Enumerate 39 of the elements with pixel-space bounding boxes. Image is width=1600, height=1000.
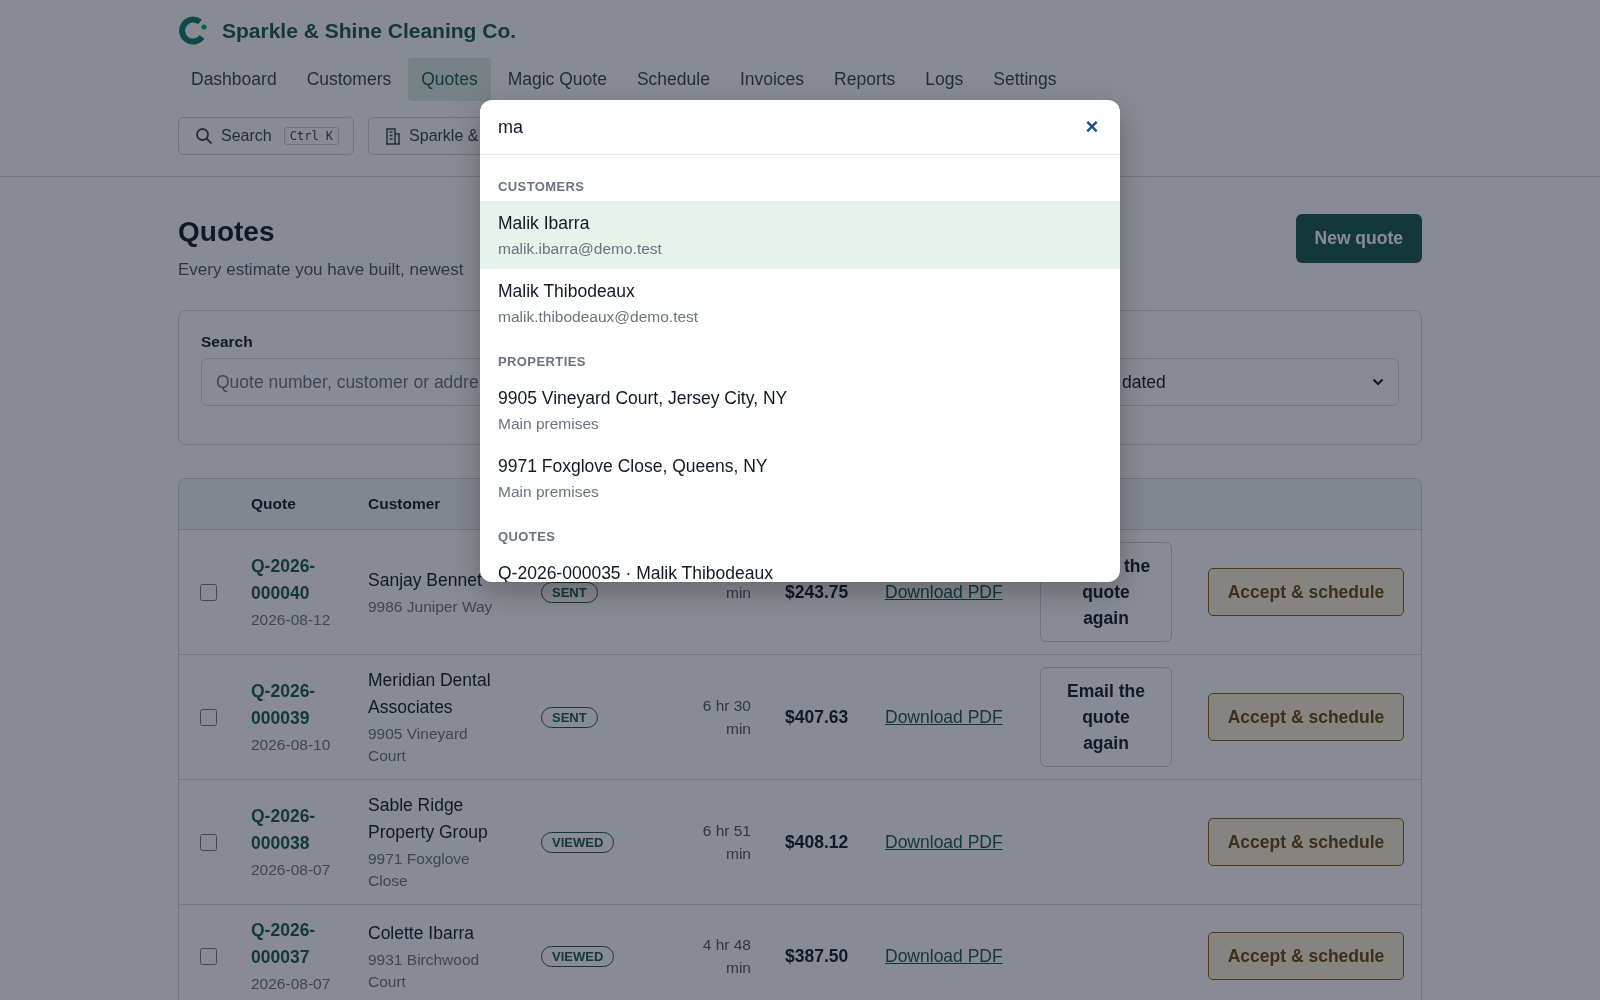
result-subtitle: malik.thibodeaux@demo.test: [498, 307, 700, 327]
section-heading: QUOTES: [497, 528, 557, 546]
quote-amount: $407.63: [784, 706, 849, 728]
duration-text: 4 hr 48 min: [701, 935, 751, 978]
customer-address: 9905 Vineyard Court: [368, 724, 469, 766]
column-header: Customer: [368, 495, 441, 513]
column-header: Quote: [251, 495, 296, 513]
customer-address: 9931 Birchwood Court: [368, 949, 481, 992]
duration-text: min: [726, 582, 751, 603]
customer-address: 9971 Foxglove Close: [368, 849, 471, 891]
section-heading: PROPERTIES: [497, 353, 587, 371]
quote-amount: $387.50: [784, 945, 849, 967]
quote-date: 2026-08-07: [251, 974, 331, 994]
customer-name: Sable Ridge Property Group: [368, 794, 489, 844]
result-subtitle: malik.ibarra@demo.test: [498, 239, 663, 259]
section-heading: CUSTOMERS: [497, 178, 586, 196]
result-title: 9971 Foxglove Close, Queens, NY: [498, 455, 769, 478]
duration-text: 6 hr 51 min: [701, 821, 751, 864]
page-title: Quotes: [178, 216, 276, 248]
result-title: Malik Ibarra: [498, 212, 591, 235]
result-title: Malik Thibodeaux: [498, 280, 636, 303]
result-subtitle: Main premises: [498, 414, 600, 434]
duration-text: 6 hr 30 min: [701, 696, 751, 739]
quote-date: 2026-08-10: [251, 735, 331, 755]
shortcut-key: Ctrl K: [283, 127, 340, 145]
customer-name: Meridian Dental Associates: [368, 669, 492, 719]
result-subtitle: Main premises: [498, 482, 600, 502]
quote-date: 2026-08-07: [251, 860, 331, 880]
quote-amount: $408.12: [784, 831, 849, 853]
result-title: 9905 Vineyard Court, Jersey City, NY: [498, 387, 789, 410]
customer-name: Sanjay Bennet: [368, 568, 482, 592]
company-name: Sparkle & Shine Cleaning Co.: [222, 19, 517, 43]
page-subtitle: Every estimate you have built, newest: [178, 260, 464, 280]
quote-date: 2026-08-12: [251, 610, 331, 630]
field-label: Search: [201, 333, 254, 351]
customer-address: 9986 Juniper Way: [368, 596, 493, 617]
result-title: Q-2026-000035 · Malik Thibodeaux: [498, 562, 774, 582]
customer-name: Colette Ibarra: [368, 921, 475, 945]
quote-amount: $243.75: [784, 581, 849, 603]
